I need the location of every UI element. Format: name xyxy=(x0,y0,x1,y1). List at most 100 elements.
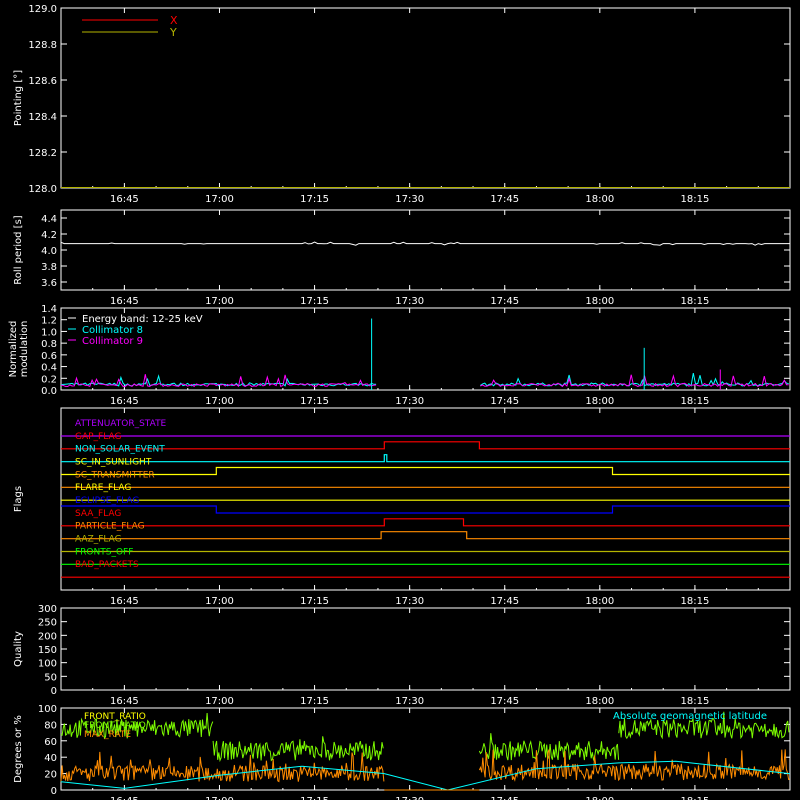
y-tick-label: 1.2 xyxy=(41,316,57,327)
x-tick-label: 16:45 xyxy=(110,396,139,407)
y-tick-label: 129.0 xyxy=(28,4,57,15)
legend-label-geomagnetic: Absolute geomagnetic latitude xyxy=(613,711,767,722)
y-tick-label: 0.6 xyxy=(41,351,57,362)
y-axis-label: Pointing [°] xyxy=(13,70,24,126)
panel-ratios: 0 20 40 60 80 100 16:45 17:00 17:15 17:30 17:45 18:… xyxy=(13,704,791,800)
x-tick-label: 16:45 xyxy=(110,696,139,707)
x-tick-label: 18:00 xyxy=(585,696,614,707)
y-axis-label: Normalized xyxy=(8,321,19,378)
x-tick-label: 17:45 xyxy=(490,396,519,407)
x-tick-label: 18:00 xyxy=(585,194,614,205)
x-tick-label: 18:00 xyxy=(585,796,614,800)
x-tick-label: 17:00 xyxy=(205,194,234,205)
y-tick-label: 250 xyxy=(38,618,57,629)
x-tick-label: 17:30 xyxy=(395,796,424,800)
panel-quality-frame xyxy=(60,607,791,691)
y-tick-label: 0.8 xyxy=(41,339,57,350)
y-tick-label: 80 xyxy=(44,720,57,731)
x-tick-label: 16:45 xyxy=(110,296,139,307)
flag-eclipse-flag xyxy=(61,505,790,514)
y-tick-label: 0 xyxy=(51,686,57,697)
y-tick-label: 200 xyxy=(38,631,57,642)
y-tick-label: 128.6 xyxy=(28,76,57,87)
series-front_ratio xyxy=(212,736,384,763)
x-tick-label: 16:45 xyxy=(110,194,139,205)
y-tick-label: 150 xyxy=(38,645,57,656)
y-tick-label: 128.2 xyxy=(28,148,57,159)
x-tick-label: 17:30 xyxy=(395,296,424,307)
y-tick-label: 128.0 xyxy=(28,184,57,195)
y-tick-label: 128.4 xyxy=(28,112,57,123)
x-tick-label: 17:30 xyxy=(395,696,424,707)
flag-label: BAD_PACKETS xyxy=(75,560,139,570)
series-roll-period xyxy=(60,241,790,246)
flag-gap-flag xyxy=(61,441,790,450)
y-tick-label: 4.4 xyxy=(41,214,57,225)
y-tick-label: 60 xyxy=(44,737,57,748)
flag-label: NON_SOLAR_EVENT xyxy=(75,445,165,455)
y-tick-label: 300 xyxy=(38,604,57,615)
x-tick-label: 18:15 xyxy=(680,796,709,800)
x-tick-label: 18:15 xyxy=(680,194,709,205)
y-tick-label: 3.6 xyxy=(41,278,57,289)
panel-quality: 0 50 100 150 200 250 300 16:45 17:00 17:15 17:30 17… xyxy=(13,604,791,707)
y-tick-label: 0.0 xyxy=(41,386,57,397)
x-tick-label: 17:00 xyxy=(205,696,234,707)
panel-roll: 3.6 3.8 4.0 4.2 4.4 16:45 17:00 17:15 17:30 17:45… xyxy=(13,209,791,307)
x-tick-label: 18:00 xyxy=(585,596,614,607)
y-tick-label: 1.0 xyxy=(41,327,57,338)
x-tick-label: 17:30 xyxy=(395,396,424,407)
y-axis-label: Degrees or % xyxy=(13,715,24,783)
x-tick-label: 17:30 xyxy=(395,596,424,607)
x-tick-label: 16:45 xyxy=(110,796,139,800)
flag-saa-flag xyxy=(61,518,790,527)
x-tick-label: 18:00 xyxy=(585,396,614,407)
flag-non-solar-event xyxy=(61,454,790,463)
legend-label-y: Y xyxy=(169,26,177,39)
flag-label: ECLIPSE_FLAG xyxy=(75,496,139,506)
y-tick-label: 0 xyxy=(51,786,57,797)
panel-roll-frame xyxy=(60,209,791,291)
x-tick-label: 18:15 xyxy=(680,396,709,407)
legend-label: MAX_RATE xyxy=(84,730,131,740)
x-tick-label: 17:00 xyxy=(205,596,234,607)
series-max_rate xyxy=(60,751,385,783)
panel-flags-frame xyxy=(60,407,791,591)
y-tick-label: 4.0 xyxy=(41,246,57,257)
panel-modulation: 0.00.20.40.60.81.01.21.4 16:45 17:00 17:15 1… xyxy=(8,304,791,407)
x-tick-label: 18:15 xyxy=(680,296,709,307)
flag-label: PARTICLE_FLAG xyxy=(75,522,145,532)
y-tick-label: 100 xyxy=(38,704,57,715)
hessi-summary-figure: 128.0 128.2 128.4 128.6 128.8 129.0 16:45 17:00… xyxy=(8,4,791,800)
flag-label: SAA_FLAG xyxy=(75,509,121,519)
x-tick-label: 17:45 xyxy=(490,296,519,307)
x-tick-label: 17:15 xyxy=(300,194,329,205)
y-tick-label: 20 xyxy=(44,770,57,781)
flag-label: AAZ_FLAG xyxy=(75,535,122,545)
x-tick-label: 17:45 xyxy=(490,194,519,205)
legend-label: Collimator 9 xyxy=(82,336,143,347)
x-tick-label: 18:15 xyxy=(680,696,709,707)
x-tick-label: 17:00 xyxy=(205,396,234,407)
flag-label: SC_TRANSMITTER xyxy=(75,470,155,480)
y-axis-label: Quality xyxy=(13,631,24,667)
y-tick-label: 4.2 xyxy=(41,230,57,241)
flag-sc-in-sunlight xyxy=(61,466,790,476)
x-tick-label: 17:15 xyxy=(300,296,329,307)
y-tick-label: 0.2 xyxy=(41,374,57,385)
legend-label: Energy band: 12-25 keV xyxy=(82,314,203,325)
y-tick-label: 40 xyxy=(44,753,57,764)
panel-flags: 16:45 17:00 17:15 17:30 17:45 18:00 18:15 Flags… xyxy=(13,407,791,607)
x-tick-label: 18:00 xyxy=(585,296,614,307)
x-tick-label: 17:00 xyxy=(205,296,234,307)
y-tick-label: 128.8 xyxy=(28,40,57,51)
x-tick-label: 17:15 xyxy=(300,696,329,707)
y-tick-label: 50 xyxy=(44,672,57,683)
flag-label: SC_IN_SUNLIGHT xyxy=(75,458,152,468)
x-tick-label: 17:45 xyxy=(490,596,519,607)
x-tick-label: 17:15 xyxy=(300,596,329,607)
x-tick-label: 17:45 xyxy=(490,696,519,707)
series-collimator-8 xyxy=(60,373,789,387)
x-tick-label: 17:00 xyxy=(205,796,234,800)
y-tick-label: 0.4 xyxy=(41,363,57,374)
